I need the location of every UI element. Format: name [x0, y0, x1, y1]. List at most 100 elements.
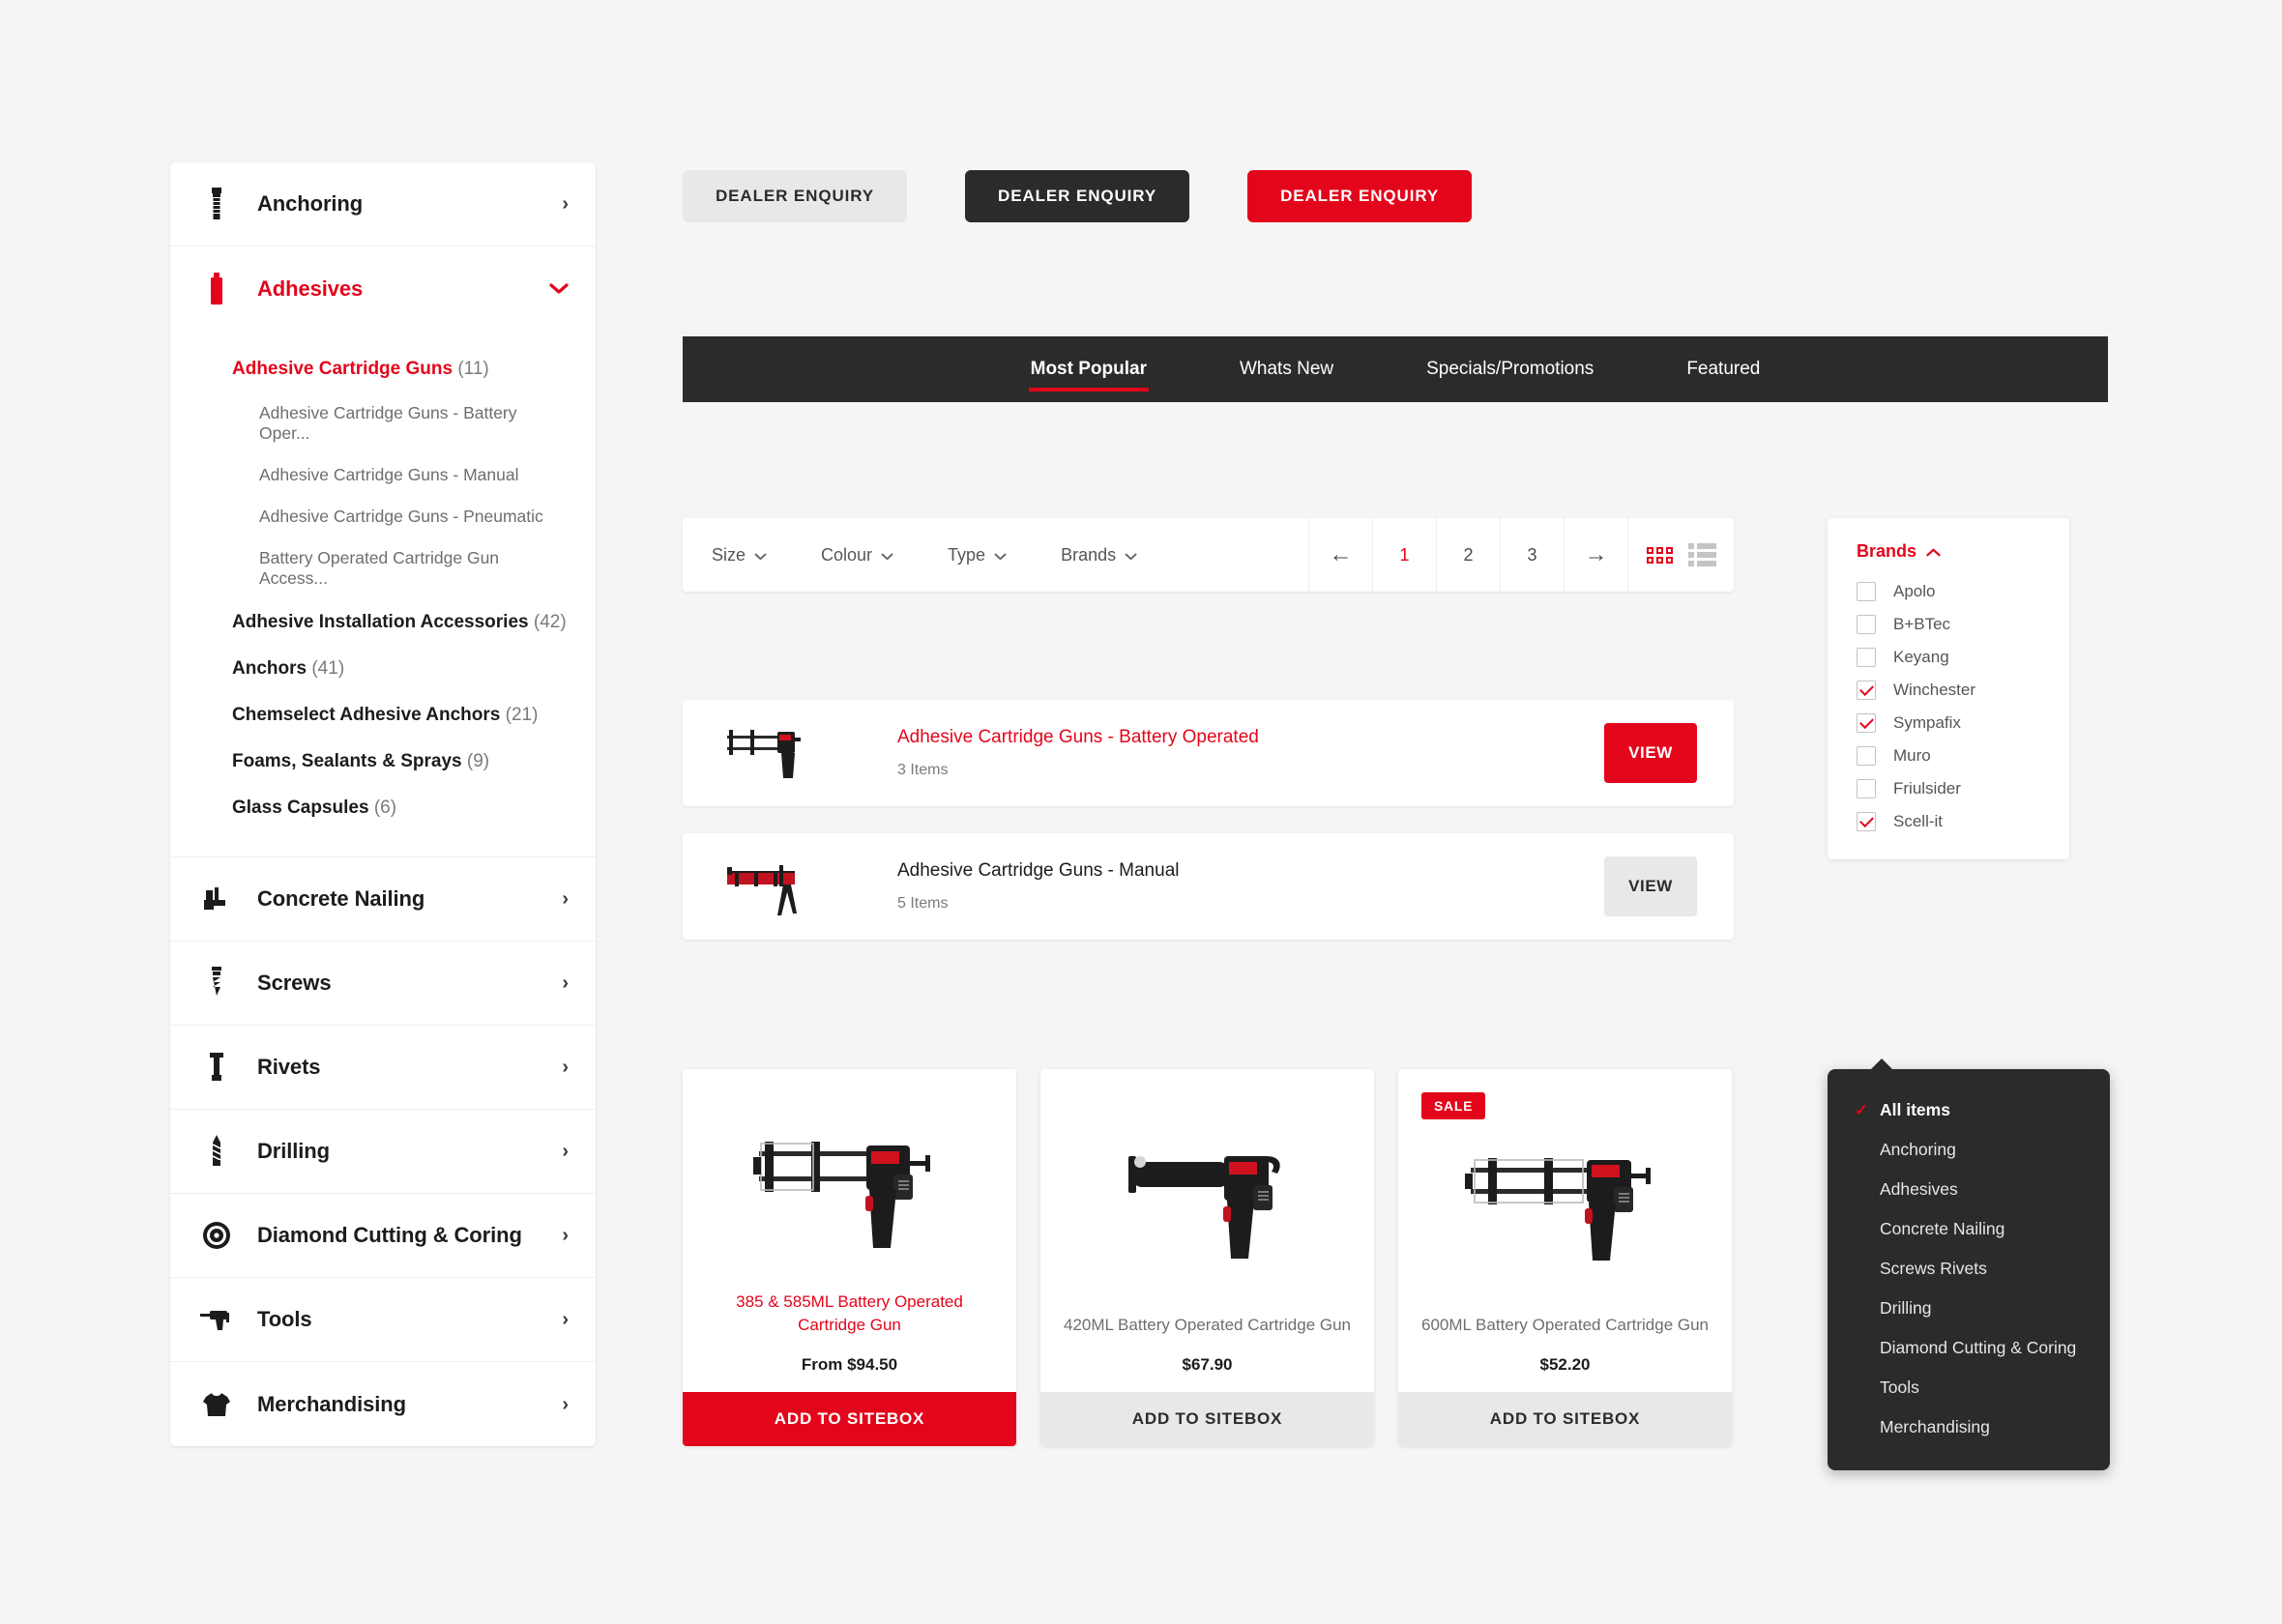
sidebar-item-adhesives[interactable]: Adhesives	[170, 246, 596, 331]
brand-checkbox-winchester[interactable]: Winchester	[1828, 674, 2069, 707]
filter-brands[interactable]: Brands	[1061, 545, 1137, 566]
view-button[interactable]: VIEW	[1604, 723, 1697, 783]
subcategory-label: Glass Capsules	[232, 798, 369, 818]
dropdown-item-label: All items	[1880, 1100, 1950, 1119]
pagination-prev-arrow-left-icon[interactable]: ←	[1308, 518, 1372, 592]
subcategory-count: (41)	[311, 658, 345, 679]
subcategory-foams-sealants-sprays[interactable]: Foams, Sealants & Sprays (9)	[170, 739, 596, 785]
dropdown-item-merchandising[interactable]: Merchandising	[1828, 1407, 2110, 1447]
product-meta: 600ML Battery Operated Cartridge Gun $52…	[1398, 1314, 1732, 1392]
checkbox-checked-icon	[1857, 812, 1876, 831]
brand-checkbox-keyang[interactable]: Keyang	[1828, 641, 2069, 674]
sidebar-item-tools[interactable]: Tools ›	[170, 1278, 596, 1362]
dropdown-item-label: Merchandising	[1880, 1417, 1990, 1436]
dropdown-item-concrete-nailing[interactable]: Concrete Nailing	[1828, 1209, 2110, 1249]
sidebar-item-merchandising[interactable]: Merchandising ›	[170, 1362, 596, 1446]
subcategory-chemselect-adhesive-anchors[interactable]: Chemselect Adhesive Anchors (21)	[170, 692, 596, 739]
dealer-enquiry-button-dark[interactable]: DEALER ENQUIRY	[965, 170, 1190, 222]
brand-checkbox-friulsider[interactable]: Friulsider	[1828, 772, 2069, 805]
subcategory-child-battery-operated[interactable]: Adhesive Cartridge Guns - Battery Oper..…	[170, 392, 596, 454]
brand-checkbox-apolo[interactable]: Apolo	[1828, 575, 2069, 608]
dropdown-item-tools[interactable]: Tools	[1828, 1368, 2110, 1407]
filter-type[interactable]: Type	[948, 545, 1007, 566]
subcategory-adhesive-installation-accessories[interactable]: Adhesive Installation Accessories (42)	[170, 599, 596, 646]
product-thumbnail-image	[683, 852, 866, 921]
tab-most-popular[interactable]: Most Popular	[1017, 340, 1160, 399]
product-card[interactable]: 420ML Battery Operated Cartridge Gun $67…	[1040, 1069, 1374, 1446]
pagination-page-2[interactable]: 2	[1436, 518, 1500, 592]
subcategory-glass-capsules[interactable]: Glass Capsules (6)	[170, 785, 596, 831]
brand-label: Friulsider	[1893, 779, 1961, 798]
dropdown-item-label: Concrete Nailing	[1880, 1219, 2005, 1238]
chevron-down-icon	[881, 545, 893, 566]
product-meta: 385 & 585ML Battery Operated Cartridge G…	[683, 1290, 1016, 1392]
sidebar-item-drilling[interactable]: Drilling ›	[170, 1110, 596, 1194]
subcategory-label: Adhesive Installation Accessories	[232, 612, 529, 632]
dropdown-item-adhesives[interactable]: Adhesives	[1828, 1170, 2110, 1209]
subcategory-count: (42)	[533, 612, 567, 632]
filter-label: Brands	[1061, 544, 1117, 565]
checkbox-checked-icon	[1857, 681, 1876, 700]
subcategory-child-pneumatic[interactable]: Adhesive Cartridge Guns - Pneumatic	[170, 496, 596, 537]
chevron-right-icon: ›	[562, 972, 569, 994]
pagination: ← 1 2 3 →	[1308, 518, 1734, 592]
product-image	[1040, 1069, 1374, 1314]
brand-checkbox-muro[interactable]: Muro	[1828, 740, 2069, 772]
checkbox-checked-icon	[1857, 713, 1876, 733]
sidebar-item-diamond-cutting-coring[interactable]: Diamond Cutting & Coring ›	[170, 1194, 596, 1278]
filter-and-pagination-bar: Size Colour Type Brands ← 1 2 3 →	[683, 518, 1734, 592]
brand-checkbox-bbtec[interactable]: B+BTec	[1828, 608, 2069, 641]
chevron-down-icon	[994, 545, 1007, 566]
dealer-enquiry-button-grey[interactable]: DEALER ENQUIRY	[683, 170, 908, 222]
filter-size[interactable]: Size	[712, 545, 767, 566]
sidebar-item-label: Tools	[257, 1307, 312, 1331]
subcategory-anchors[interactable]: Anchors (41)	[170, 646, 596, 692]
dropdown-item-diamond-cutting-coring[interactable]: Diamond Cutting & Coring	[1828, 1328, 2110, 1368]
sale-badge: SALE	[1421, 1092, 1486, 1119]
category-result-row[interactable]: Adhesive Cartridge Guns - Battery Operat…	[683, 700, 1734, 806]
pagination-page-3[interactable]: 3	[1500, 518, 1564, 592]
sidebar-item-anchoring[interactable]: Anchoring ›	[170, 162, 596, 246]
add-to-sitebox-button[interactable]: ADD TO SITEBOX	[1398, 1392, 1732, 1446]
content-tabs: Most Popular Whats New Specials/Promotio…	[683, 336, 2108, 402]
brand-checkbox-sympafix[interactable]: Sympafix	[1828, 707, 2069, 740]
category-filter-dropdown: ✓ All items Anchoring Adhesives Concrete…	[1828, 1058, 2110, 1470]
dealer-enquiry-button-red[interactable]: DEALER ENQUIRY	[1247, 170, 1473, 222]
brand-label: B+BTec	[1893, 615, 1951, 633]
subcategory-adhesive-cartridge-guns[interactable]: Adhesive Cartridge Guns (11)	[170, 346, 596, 392]
dropdown-item-anchoring[interactable]: Anchoring	[1828, 1130, 2110, 1170]
add-to-sitebox-button[interactable]: ADD TO SITEBOX	[1040, 1392, 1374, 1446]
list-view-icon[interactable]	[1687, 543, 1716, 566]
tab-whats-new[interactable]: Whats New	[1226, 340, 1347, 399]
brand-checkbox-scell-it[interactable]: Scell-it	[1828, 805, 2069, 838]
sidebar-item-label: Screws	[257, 971, 332, 995]
tab-featured[interactable]: Featured	[1673, 340, 1773, 399]
screw-icon	[195, 964, 238, 1002]
view-button[interactable]: VIEW	[1604, 856, 1697, 916]
filter-label: Size	[712, 544, 746, 565]
add-to-sitebox-button[interactable]: ADD TO SITEBOX	[683, 1392, 1016, 1446]
dropdown-item-label: Tools	[1880, 1378, 1919, 1397]
product-name: 600ML Battery Operated Cartridge Gun	[1420, 1316, 1710, 1335]
tab-specials-promotions[interactable]: Specials/Promotions	[1413, 340, 1607, 399]
brand-label: Apolo	[1893, 582, 1936, 600]
product-card[interactable]: SALE 600ML Battery Operated Cartridge Gu…	[1398, 1069, 1732, 1446]
subcategory-count: (21)	[505, 705, 539, 725]
dropdown-item-label: Anchoring	[1880, 1140, 1956, 1159]
sidebar-item-concrete-nailing[interactable]: Concrete Nailing ›	[170, 857, 596, 942]
subcategory-child-accessories[interactable]: Battery Operated Cartridge Gun Access...	[170, 537, 596, 599]
dropdown-item-screws-rivets[interactable]: Screws Rivets	[1828, 1249, 2110, 1289]
dropdown-item-drilling[interactable]: Drilling	[1828, 1289, 2110, 1328]
subcategory-child-manual[interactable]: Adhesive Cartridge Guns - Manual	[170, 454, 596, 496]
category-result-row[interactable]: Adhesive Cartridge Guns - Manual 5 Items…	[683, 833, 1734, 940]
sidebar-item-rivets[interactable]: Rivets ›	[170, 1026, 596, 1110]
product-card[interactable]: 385 & 585ML Battery Operated Cartridge G…	[683, 1069, 1016, 1446]
pagination-page-1[interactable]: 1	[1372, 518, 1436, 592]
sidebar-item-screws[interactable]: Screws ›	[170, 942, 596, 1026]
saw-blade-icon	[195, 1216, 238, 1255]
pagination-next-arrow-right-icon[interactable]: →	[1564, 518, 1627, 592]
dropdown-item-all-items[interactable]: ✓ All items	[1828, 1090, 2110, 1130]
filter-colour[interactable]: Colour	[821, 545, 893, 566]
brands-panel-header[interactable]: Brands	[1828, 541, 2069, 575]
grid-view-icon[interactable]	[1646, 546, 1673, 564]
